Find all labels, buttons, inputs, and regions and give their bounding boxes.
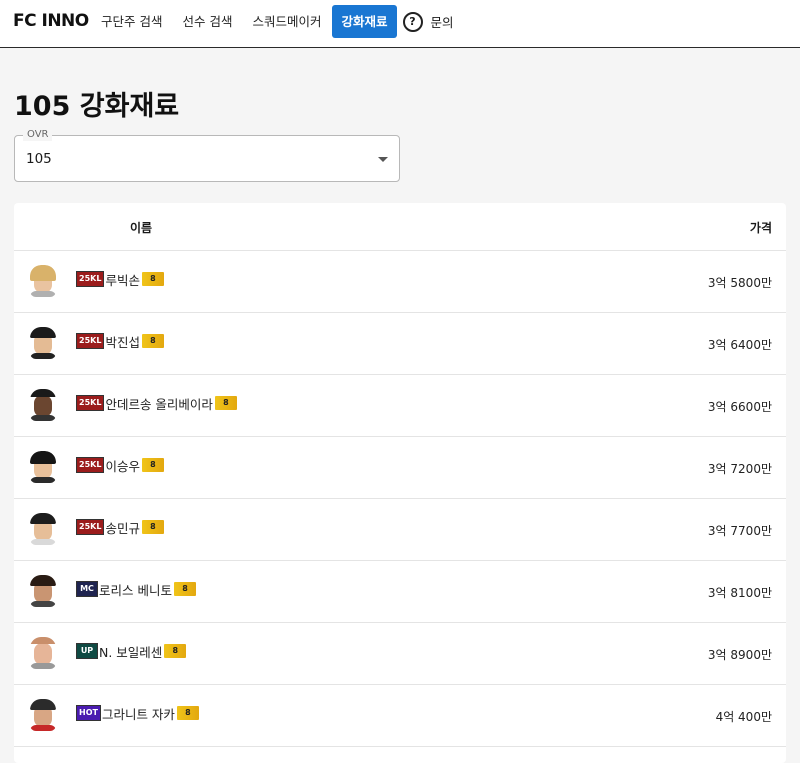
table-row[interactable]: 25KL 안데르송 올리베이라 8 3억 6600만 xyxy=(14,375,786,437)
table-row[interactable]: UP N. 보일레센 8 3억 8900만 xyxy=(14,623,786,685)
player-price: 3억 6400만 xyxy=(707,338,772,352)
player-name-cell: 25KL 이승우 8 xyxy=(76,457,164,474)
nav-item-owner-search[interactable]: 구단주 검색 xyxy=(92,5,171,38)
player-price: 3억 8900만 xyxy=(707,648,772,662)
grade-badge: 8 xyxy=(214,396,237,410)
player-face-image xyxy=(30,575,56,607)
dropdown-caret-icon xyxy=(378,157,388,162)
question-circle-icon: ? xyxy=(402,11,423,32)
table-row[interactable]: 25KL 루빅손 8 3억 5800만 xyxy=(14,251,786,313)
grade-badge: 8 xyxy=(141,334,164,348)
season-badge: UP xyxy=(76,643,98,659)
player-face-image xyxy=(30,389,56,421)
player-face-image xyxy=(30,637,56,669)
season-badge: 25KL xyxy=(76,457,105,473)
ovr-select[interactable]: OVR 105 xyxy=(14,129,400,182)
season-badge: HOT xyxy=(76,705,101,721)
season-badge: 25KL xyxy=(76,271,105,287)
player-price: 4억 400만 xyxy=(715,710,772,724)
grade-badge: 8 xyxy=(176,706,199,720)
ovr-select-label: OVR xyxy=(23,129,53,141)
grade-badge: 8 xyxy=(141,272,164,286)
grade-badge: 8 xyxy=(164,644,187,658)
ovr-select-value: 105 xyxy=(26,151,52,167)
player-price: 3억 6600만 xyxy=(707,400,772,414)
player-name: 로리스 베니토 xyxy=(99,582,172,598)
player-name-cell: 25KL 박진섭 8 xyxy=(76,333,164,350)
player-name: 이승우 xyxy=(105,458,140,474)
grade-badge: 8 xyxy=(141,458,164,472)
table-row[interactable]: 25KL 송민규 8 3억 7700만 xyxy=(14,499,786,561)
table-row[interactable]: MC 로리스 베니토 8 3억 8100만 xyxy=(14,561,786,623)
player-name-cell: HOT 그라니트 자카 8 xyxy=(76,705,199,722)
player-name: 송민규 xyxy=(105,520,140,536)
season-badge: MC xyxy=(76,581,98,597)
player-name-cell: MC 로리스 베니토 8 xyxy=(76,581,196,598)
nav-item-player-search[interactable]: 선수 검색 xyxy=(173,5,241,38)
table-row[interactable]: 25KL 이승우 8 3억 7200만 xyxy=(14,437,786,499)
top-navbar: FC INNO 구단주 검색 선수 검색 스쿼드메이커 강화재료 ? 문의 xyxy=(0,0,800,48)
player-face-image xyxy=(30,451,56,483)
player-face-image xyxy=(30,327,56,359)
nav-item-enhancement-materials[interactable]: 강화재료 xyxy=(332,5,397,38)
main-nav: 구단주 검색 선수 검색 스쿼드메이커 강화재료 ? 문의 xyxy=(92,5,454,38)
column-header-name[interactable]: 이름 xyxy=(130,219,152,236)
season-badge: 25KL xyxy=(76,395,105,411)
player-name: 루빅손 xyxy=(105,272,140,288)
player-name-cell: UP N. 보일레센 8 xyxy=(76,643,187,660)
nav-item-inquiry[interactable]: ? 문의 xyxy=(402,11,454,32)
brand-logo[interactable]: FC INNO xyxy=(13,11,89,31)
player-face-image xyxy=(30,699,56,731)
nav-item-squad-maker[interactable]: 스쿼드메이커 xyxy=(243,5,330,38)
player-name: 안데르송 올리베이라 xyxy=(105,396,213,412)
season-badge: 25KL xyxy=(76,333,105,349)
grade-badge: 8 xyxy=(141,520,164,534)
table-row[interactable]: HOT 그라니트 자카 8 4억 400만 xyxy=(14,685,786,747)
player-name-cell: 25KL 루빅손 8 xyxy=(76,271,164,288)
column-header-price[interactable]: 가격 xyxy=(750,219,772,236)
season-badge: 25KL xyxy=(76,519,105,535)
player-face-image xyxy=(30,265,56,297)
table-header: 이름 가격 xyxy=(14,203,786,251)
player-face-image xyxy=(30,513,56,545)
player-name: 그라니트 자카 xyxy=(101,706,175,722)
player-name-cell: 25KL 송민규 8 xyxy=(76,519,164,536)
table-row[interactable]: 25KL 박진섭 8 3억 6400만 xyxy=(14,313,786,375)
grade-badge: 8 xyxy=(173,582,196,596)
materials-table: 이름 가격 25KL 루빅손 8 3억 5800만 25KL 박진섭 8 3억 … xyxy=(14,203,786,763)
player-name: 박진섭 xyxy=(105,334,140,350)
inquiry-label: 문의 xyxy=(430,15,454,30)
player-price: 3억 5800만 xyxy=(707,276,772,290)
player-price: 3억 7700만 xyxy=(707,524,772,538)
player-price: 3억 7200만 xyxy=(707,462,772,476)
player-name: N. 보일레센 xyxy=(99,644,163,660)
player-price: 3억 8100만 xyxy=(707,586,772,600)
page-title: 105 강화재료 xyxy=(14,91,180,122)
player-name-cell: 25KL 안데르송 올리베이라 8 xyxy=(76,395,237,412)
